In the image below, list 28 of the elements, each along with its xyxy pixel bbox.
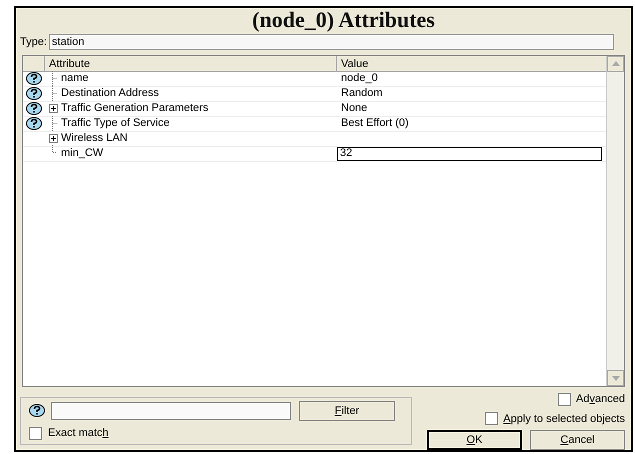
attribute-name[interactable]: Traffic Generation Parameters <box>61 100 208 117</box>
attribute-value[interactable]: node_0 <box>337 70 382 87</box>
table-row[interactable]: Traffic Type of Service Best Effort (0) <box>23 116 606 132</box>
attribute-name[interactable]: min_CW <box>61 145 104 162</box>
attribute-value[interactable]: None <box>337 100 372 117</box>
table-row[interactable]: name node_0 <box>23 72 606 86</box>
table-row[interactable]: Traffic Generation Parameters None <box>23 102 606 116</box>
apply-selected-label[interactable]: Apply to selected objects <box>503 410 625 427</box>
attribute-name[interactable]: Wireless LAN <box>61 130 128 147</box>
table-row[interactable]: Destination Address Random <box>23 86 606 102</box>
type-label: Type: <box>20 35 47 50</box>
attribute-value[interactable]: Random <box>337 85 387 102</box>
attribute-name[interactable]: name <box>61 70 89 87</box>
ok-button[interactable]: OK <box>427 430 522 450</box>
advanced-label[interactable]: Advanced <box>576 391 625 408</box>
type-field[interactable]: station <box>48 34 614 50</box>
exact-match-label[interactable]: Exact match <box>48 424 109 442</box>
cancel-button[interactable]: Cancel <box>530 430 625 450</box>
filter-button[interactable]: Filter <box>299 400 395 421</box>
column-header[interactable]: Attribute <box>45 56 337 70</box>
attribute-name[interactable]: Traffic Type of Service <box>61 115 170 132</box>
attribute-value[interactable]: Best Effort (0) <box>337 115 413 132</box>
column-header[interactable]: Value <box>337 56 606 70</box>
value-field[interactable]: 32 <box>337 146 602 160</box>
attribute-name[interactable]: Destination Address <box>61 85 159 102</box>
table-row[interactable]: min_CW 32 <box>23 146 606 162</box>
window-title: (node_0) Attributes <box>251 8 436 32</box>
table-row[interactable]: Wireless LAN <box>23 132 606 146</box>
